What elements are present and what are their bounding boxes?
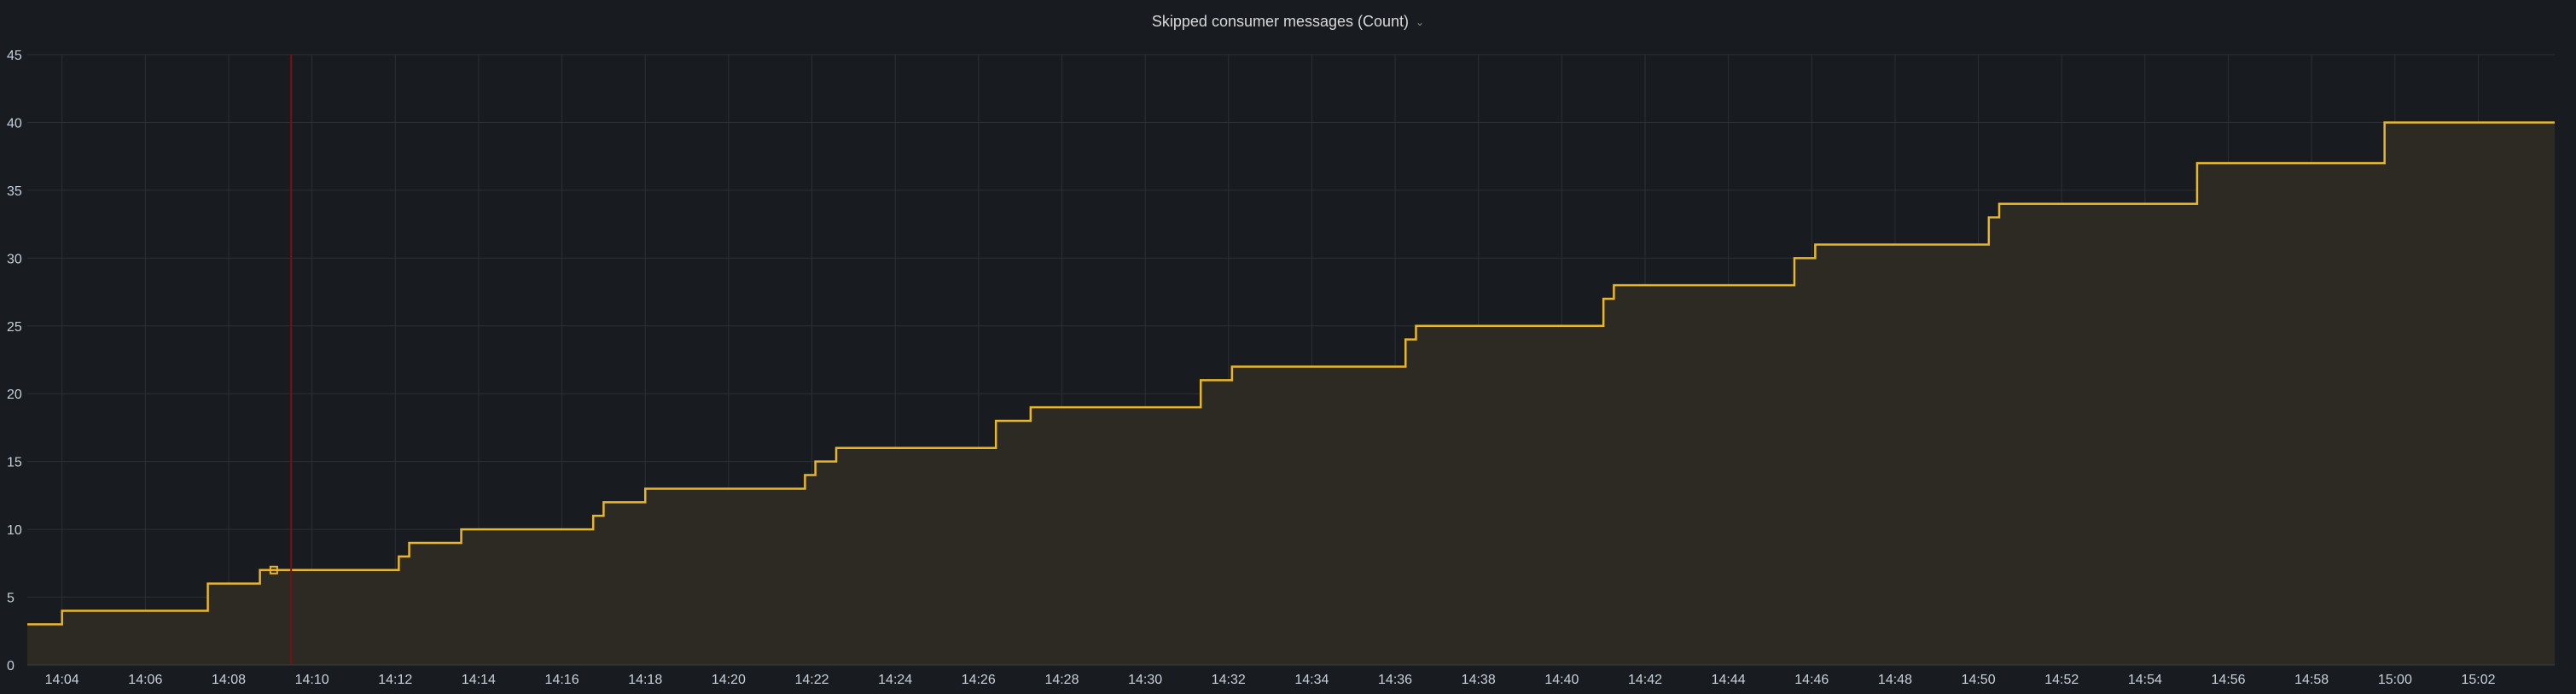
x-tick-label: 14:24 xyxy=(878,673,912,687)
x-tick-label: 14:12 xyxy=(378,673,412,687)
y-tick-label: 25 xyxy=(7,320,22,335)
x-tick-label: 14:44 xyxy=(1712,673,1746,687)
x-tick-label: 14:48 xyxy=(1878,673,1912,687)
x-tick-label: 14:38 xyxy=(1462,673,1496,687)
y-tick-label: 10 xyxy=(7,523,22,538)
x-tick-label: 14:58 xyxy=(2294,673,2329,687)
y-tick-label: 5 xyxy=(7,592,15,606)
x-tick-label: 14:04 xyxy=(45,673,79,687)
x-tick-label: 14:34 xyxy=(1294,673,1329,687)
y-tick-label: 20 xyxy=(7,388,22,402)
y-tick-label: 15 xyxy=(7,456,22,470)
x-tick-label: 14:16 xyxy=(545,673,579,687)
x-tick-label: 14:40 xyxy=(1544,673,1579,687)
y-tick-label: 40 xyxy=(7,116,22,131)
x-tick-label: 14:30 xyxy=(1128,673,1162,687)
time-series-chart: 0 5 10 15 20 25 30 35 40 45 14:04 14:06 14:08 14:10 14… xyxy=(7,49,2555,687)
chart-panel: Skipped consumer messages (Count) ⌄ 0 5 10… xyxy=(0,0,2576,694)
x-tick-label: 14:56 xyxy=(2212,673,2246,687)
x-tick-label: 14:22 xyxy=(794,673,829,687)
y-tick-label: 30 xyxy=(7,252,22,266)
x-tick-label: 14:46 xyxy=(1794,673,1829,687)
x-tick-label: 14:10 xyxy=(295,673,329,687)
x-tick-label: 15:02 xyxy=(2461,673,2495,687)
y-tick-label: 0 xyxy=(7,659,15,674)
x-tick-label: 15:00 xyxy=(2378,673,2412,687)
x-tick-label: 14:54 xyxy=(2128,673,2162,687)
x-tick-label: 14:18 xyxy=(628,673,662,687)
x-tick-label: 14:52 xyxy=(2044,673,2079,687)
y-tick-label: 35 xyxy=(7,184,22,199)
x-tick-label: 14:32 xyxy=(1212,673,1246,687)
x-tick-label: 14:06 xyxy=(128,673,162,687)
x-tick-label: 14:08 xyxy=(212,673,246,687)
x-tick-label: 14:20 xyxy=(712,673,746,687)
y-tick-label: 45 xyxy=(7,49,22,63)
x-tick-label: 14:28 xyxy=(1044,673,1079,687)
x-tick-label: 14:50 xyxy=(1962,673,1996,687)
x-tick-label: 14:36 xyxy=(1378,673,1412,687)
x-tick-label: 14:14 xyxy=(462,673,496,687)
x-tick-label: 14:26 xyxy=(962,673,996,687)
x-tick-label: 14:42 xyxy=(1628,673,1662,687)
